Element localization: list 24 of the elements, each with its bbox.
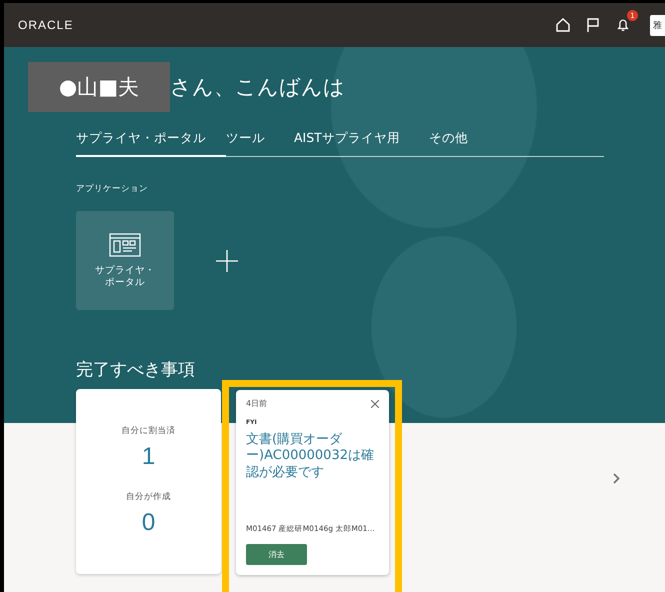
count-card[interactable]: 自分に割当済 1 自分が作成 0 <box>76 389 221 574</box>
chevron-right-icon[interactable] <box>613 473 620 484</box>
add-icon[interactable] <box>216 250 238 272</box>
nav-tab[interactable]: AISTサプライヤ用 <box>294 130 415 157</box>
close-icon[interactable] <box>371 400 379 408</box>
home-icon[interactable] <box>554 16 572 34</box>
section-title: 完了すべき事項 <box>76 359 196 381</box>
redacted-name: ●山■夫 <box>28 62 170 112</box>
oracle-logo: ORACLE <box>18 18 74 32</box>
created-label: 自分が作成 <box>126 491 171 503</box>
app-tile[interactable]: サプライヤ・ポータル <box>76 211 174 310</box>
window-icon <box>109 233 141 258</box>
user-avatar[interactable]: 雅 <box>650 14 665 36</box>
assigned-count: 1 <box>142 443 156 471</box>
dismiss-button[interactable]: 消去 <box>246 544 307 565</box>
assigned-label: 自分に割当済 <box>122 425 176 437</box>
notification-message[interactable]: 文書(購買オーダー)AC00000032は確認が必要です <box>246 432 374 481</box>
nav-tab[interactable]: その他 <box>428 130 483 157</box>
greeting-text: さん、こんばんは <box>170 74 345 101</box>
nav-tab[interactable]: ツール <box>226 130 280 157</box>
section-label: アプリケーション <box>76 183 149 195</box>
created-count: 0 <box>142 509 156 537</box>
nav-tab[interactable]: サプライヤ・ポータル <box>76 130 226 157</box>
notification-age: 4日前 <box>246 398 268 409</box>
